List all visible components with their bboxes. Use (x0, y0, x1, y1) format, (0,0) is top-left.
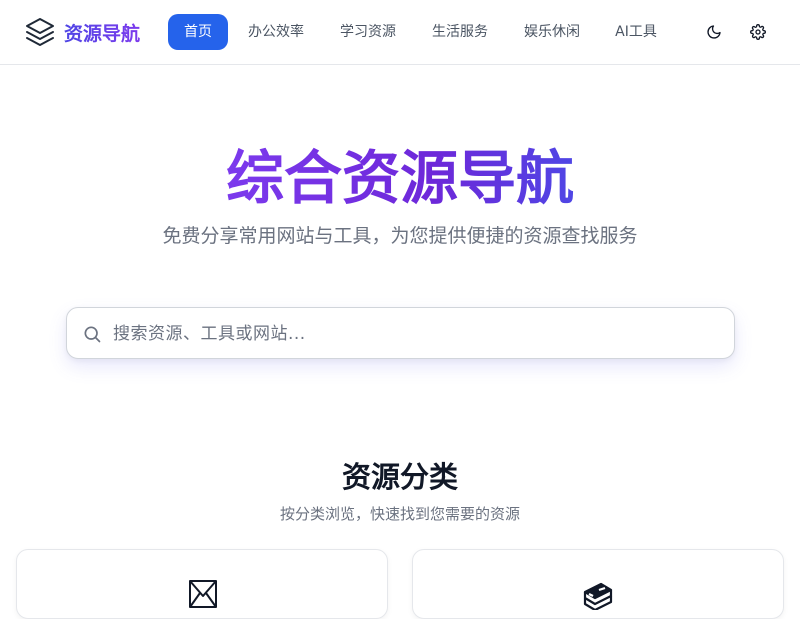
search-box (66, 307, 735, 359)
nav-item-learning[interactable]: 学习资源 (328, 14, 408, 50)
nav-item-ai-tools[interactable]: AI工具 (604, 14, 668, 50)
hero-title: 综合资源导航 (225, 144, 574, 212)
logo-text: 资源导航 (64, 19, 140, 46)
gear-icon (750, 24, 766, 40)
nav-item-life[interactable]: 生活服务 (420, 14, 500, 50)
books-stack-icon (583, 582, 613, 610)
layers-logo-icon (26, 18, 54, 46)
category-card[interactable] (412, 549, 784, 619)
category-card[interactable] (16, 549, 388, 619)
search-input[interactable] (113, 316, 713, 352)
nav-item-home[interactable]: 首页 (168, 14, 228, 50)
hero-subtitle: 免费分享常用网站与工具，为您提供便捷的资源查找服务 (162, 225, 638, 247)
nav-item-office[interactable]: 办公效率 (236, 14, 316, 50)
nav-item-entertainment[interactable]: 娱乐休闲 (512, 14, 592, 50)
categories-title: 资源分类 (341, 460, 458, 494)
search-icon (84, 326, 101, 343)
envelope-icon (189, 580, 217, 608)
site-logo[interactable]: 资源导航 (24, 16, 140, 48)
theme-toggle-button[interactable] (702, 20, 726, 44)
moon-icon (707, 25, 721, 39)
settings-button[interactable] (746, 20, 770, 44)
categories-subtitle: 按分类浏览，快速找到您需要的资源 (279, 505, 520, 523)
top-navbar: 资源导航 首页 办公效率 学习资源 生活服务 娱乐休闲 AI工具 (0, 0, 800, 65)
